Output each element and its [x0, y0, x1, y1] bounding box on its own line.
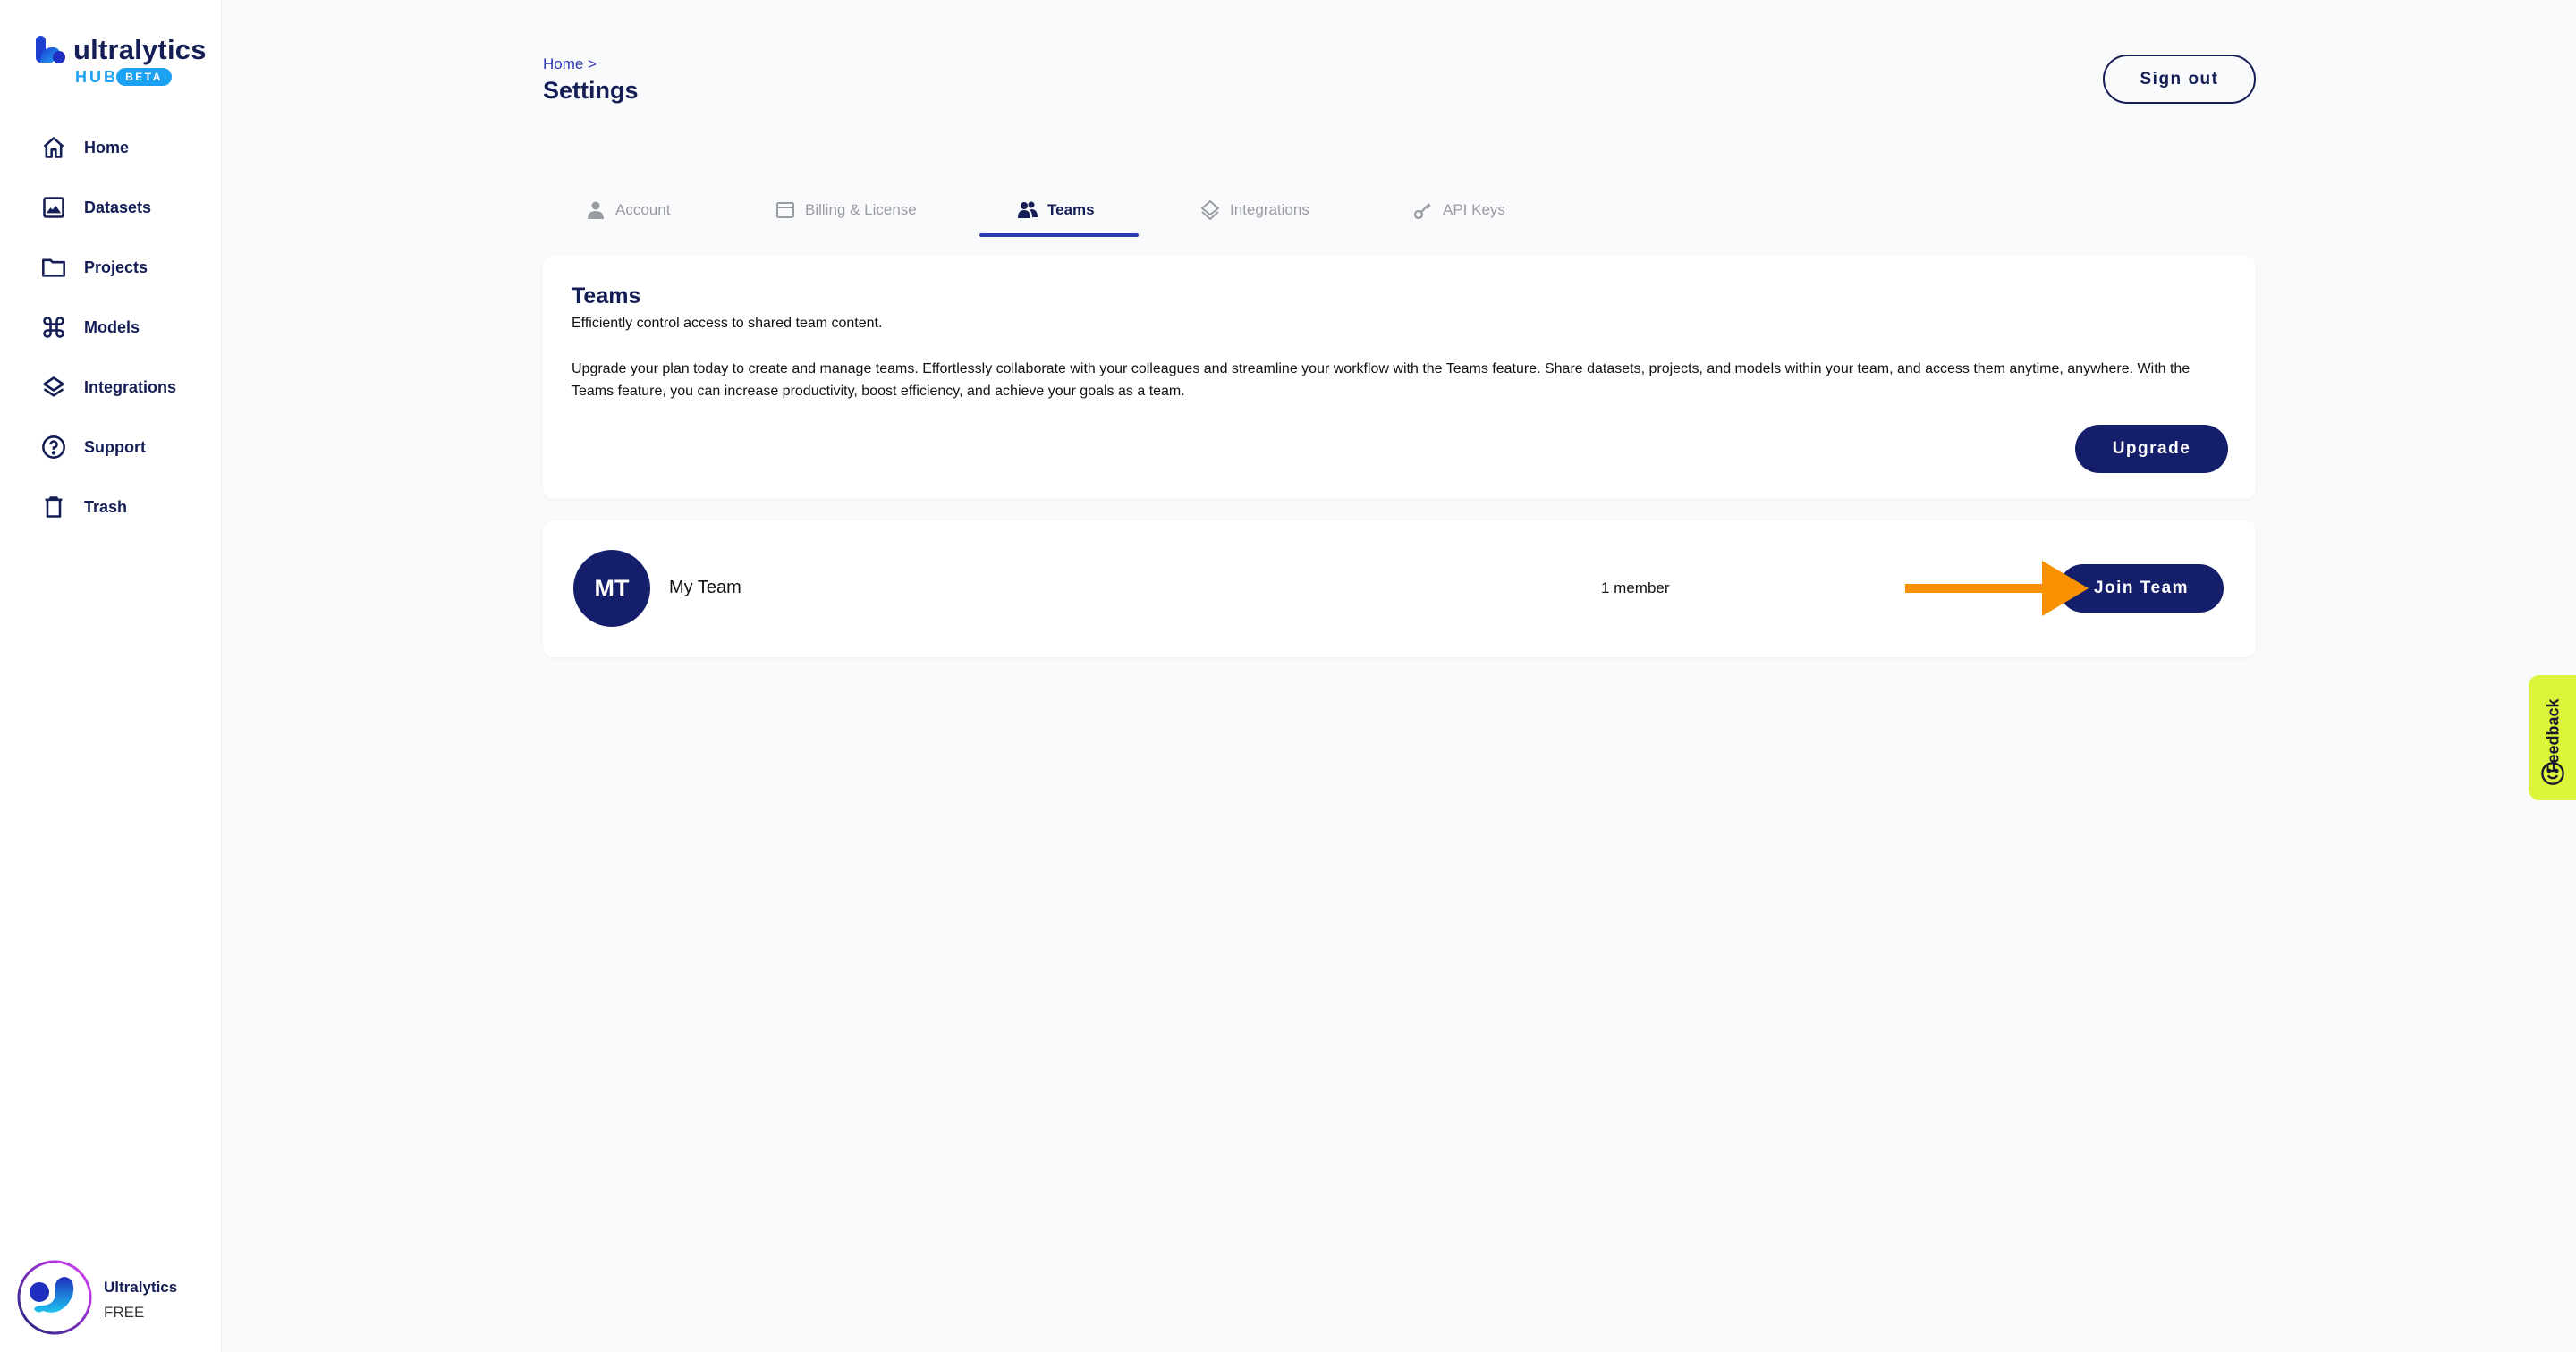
sidebar-item-datasets[interactable]: Datasets	[0, 185, 222, 230]
sidebar-item-integrations[interactable]: Integrations	[0, 365, 222, 410]
smiley-icon	[2541, 762, 2564, 785]
team-name: My Team	[669, 578, 741, 597]
tab-teams[interactable]: Teams	[1017, 183, 1095, 237]
image-icon	[43, 197, 64, 218]
sidebar-item-support[interactable]: Support	[0, 425, 222, 469]
team-member-count: 1 member	[1601, 579, 1670, 596]
sidebar-item-projects[interactable]: Projects	[0, 245, 222, 290]
teams-info-card: Teams Efficiently control access to shar…	[543, 255, 2256, 499]
team-avatar: MT	[573, 550, 650, 627]
user-profile[interactable]: Ultralytics FREE	[16, 1259, 213, 1339]
ultralytics-hub-logo[interactable]: ultralytics HUB BETA	[36, 34, 206, 88]
sidebar-item-label: Projects	[84, 258, 148, 276]
tab-integrations[interactable]: Integrations	[1199, 183, 1309, 237]
folder-icon	[42, 258, 65, 277]
tab-label: Billing & License	[805, 201, 917, 218]
page-title: Settings	[543, 77, 639, 104]
card-title: Teams	[572, 283, 641, 308]
annotation-arrow-icon	[1905, 561, 2089, 616]
sidebar-item-trash[interactable]: Trash	[0, 485, 222, 529]
brand-product: HUB	[75, 68, 118, 86]
help-circle-icon	[42, 435, 65, 459]
sidebar-item-models[interactable]: Models	[0, 305, 222, 350]
command-icon	[43, 317, 64, 338]
upgrade-button[interactable]: Upgrade	[2075, 425, 2228, 473]
beta-badge: BETA	[116, 68, 172, 86]
tab-api-keys[interactable]: API Keys	[1412, 183, 1505, 237]
ultralytics-logo-icon	[36, 36, 65, 63]
active-tab-indicator	[979, 233, 1139, 237]
user-icon	[588, 201, 604, 219]
sidebar-item-label: Support	[84, 437, 146, 456]
sidebar-item-home[interactable]: Home	[0, 125, 222, 170]
key-icon	[1413, 203, 1431, 220]
sidebar: ultralytics HUB BETA Home Datasets Proje…	[0, 0, 222, 1352]
trash-icon	[45, 496, 63, 518]
feedback-tab[interactable]: Feedback	[2529, 675, 2576, 800]
tab-account[interactable]: Account	[585, 183, 670, 237]
settings-tabs: Account Billing & License Teams Integrat…	[543, 183, 2256, 237]
user-name: Ultralytics	[104, 1279, 178, 1296]
home-icon	[43, 137, 64, 158]
sidebar-item-label: Models	[84, 317, 140, 336]
sidebar-item-label: Trash	[84, 497, 128, 516]
sidebar-item-label: Integrations	[84, 377, 177, 396]
tab-billing-license[interactable]: Billing & License	[775, 183, 917, 237]
card-subtitle: Efficiently control access to shared tea…	[572, 316, 883, 331]
layers-icon	[1201, 200, 1219, 220]
sidebar-item-label: Home	[84, 138, 130, 156]
credit-card-icon	[776, 202, 794, 218]
card-description: Upgrade your plan today to create and ma…	[572, 361, 2190, 399]
user-avatar	[17, 1260, 92, 1335]
layers-icon	[43, 376, 64, 397]
tab-label: Integrations	[1230, 201, 1309, 218]
sign-out-button[interactable]: Sign out	[2103, 55, 2256, 104]
sidebar-item-label: Datasets	[84, 198, 152, 216]
brand-name: ultralytics	[73, 34, 207, 65]
tab-label: Teams	[1047, 201, 1095, 218]
users-icon	[1018, 201, 1038, 218]
tab-label: Account	[615, 201, 671, 218]
user-plan: FREE	[104, 1304, 145, 1321]
breadcrumb-home[interactable]: Home >	[543, 55, 597, 73]
tab-label: API Keys	[1443, 201, 1505, 218]
